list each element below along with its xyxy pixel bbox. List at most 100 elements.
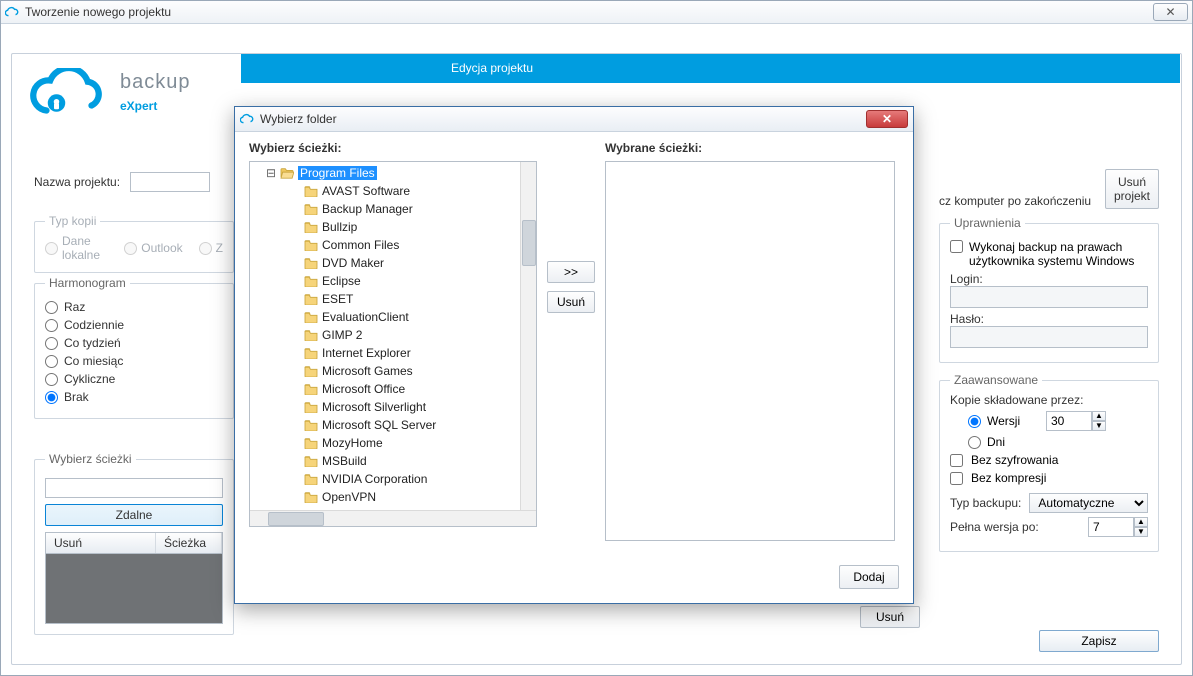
permissions-group: Uprawnienia Wykonaj backup na prawach uż… [939,216,1159,363]
schedule-none[interactable]: Brak [45,390,223,404]
project-name-label: Nazwa projektu: [34,175,120,189]
tree-node[interactable]: NVIDIA Corporation [252,470,518,488]
schedule-daily[interactable]: Codziennie [45,318,223,332]
tree-node[interactable]: Backup Manager [252,200,518,218]
tree-node-root[interactable]: ⊟Program Files [252,164,518,182]
tree-toggle-icon[interactable]: ⊟ [266,166,276,180]
paths-legend: Wybierz ścieżki [45,452,136,466]
advanced-group: Zaawansowane Kopie składowane przez: Wer… [939,373,1159,552]
selected-paths-list[interactable] [605,161,895,541]
folder-icon [304,491,318,503]
folder-open-icon [280,167,294,179]
schedule-group: Harmonogram Raz Codziennie Co tydzień Co… [34,276,234,419]
tree-scrollbar-horizontal[interactable] [250,510,536,526]
folder-icon [304,455,318,467]
full-after-up[interactable]: ▲ [1134,517,1148,527]
full-after-spinner[interactable]: ▲▼ [1088,517,1148,537]
tree-node[interactable]: Eclipse [252,272,518,290]
tree-node[interactable]: Common Files [252,236,518,254]
folder-icon [304,275,318,287]
schedule-monthly[interactable]: Co miesiąc [45,354,223,368]
versions-down[interactable]: ▼ [1092,421,1106,431]
tree-node[interactable]: Microsoft Games [252,362,518,380]
selected-paths-label: Wybrane ścieżki: [605,141,895,155]
main-titlebar: Tworzenie nowego projektu ✕ [1,1,1192,24]
tree-node[interactable]: AVAST Software [252,182,518,200]
folder-icon [304,311,318,323]
tree-node[interactable]: Bullzip [252,218,518,236]
tree-node[interactable]: Oracle [252,506,518,508]
login-input[interactable] [950,286,1148,308]
tree-node[interactable]: MSBuild [252,452,518,470]
grid-col-path[interactable]: Ścieżka [156,533,222,553]
stored-versions-radio[interactable]: Wersji [968,414,1038,428]
copy-type-other[interactable]: Z [199,234,223,262]
copy-type-local[interactable]: Dane lokalne [45,234,108,262]
tree-node[interactable]: OpenVPN [252,488,518,506]
main-window-title: Tworzenie nowego projektu [25,5,171,19]
remove-selected-button[interactable]: Usuń [860,606,920,628]
tree-node[interactable]: Microsoft Office [252,380,518,398]
noenc-checkbox[interactable]: Bez szyfrowania [950,453,1148,467]
remove-path-button[interactable]: Usuń [547,291,595,313]
paths-group: Wybierz ścieżki Zdalne Usuń Ścieżka [34,452,234,635]
advanced-legend: Zaawansowane [950,373,1042,387]
schedule-cyclic[interactable]: Cykliczne [45,372,223,386]
folder-icon [304,419,318,431]
versions-up[interactable]: ▲ [1092,411,1106,421]
app-icon [5,5,19,19]
tree-node[interactable]: ESET [252,290,518,308]
full-after-label: Pełna wersja po: [950,520,1080,534]
tree-node[interactable]: GIMP 2 [252,326,518,344]
folder-icon [304,185,318,197]
paths-grid[interactable]: Usuń Ścieżka [45,532,223,624]
stored-for-label: Kopie składowane przez: [950,393,1148,407]
add-path-button[interactable]: >> [547,261,595,283]
grid-col-remove[interactable]: Usuń [46,533,156,553]
backup-type-select[interactable]: Automatyczne [1029,493,1148,513]
nocomp-checkbox[interactable]: Bez kompresji [950,471,1148,485]
folder-icon [304,239,318,251]
full-after-input[interactable] [1088,517,1134,537]
copy-type-outlook[interactable]: Outlook [124,234,182,262]
select-paths-label: Wybierz ścieżki: [249,141,537,155]
save-button[interactable]: Zapisz [1039,630,1159,652]
schedule-legend: Harmonogram [45,276,130,290]
dialog-ok-button[interactable]: Dodaj [839,565,899,589]
folder-icon [304,347,318,359]
folder-icon [304,437,318,449]
copy-type-group: Typ kopii Dane lokalne Outlook Z [34,214,234,273]
tree-node[interactable]: EvaluationClient [252,308,518,326]
folder-icon [304,383,318,395]
folder-icon [304,329,318,341]
tree-node[interactable]: Internet Explorer [252,344,518,362]
password-input[interactable] [950,326,1148,348]
permissions-legend: Uprawnienia [950,216,1025,230]
versions-input[interactable] [1046,411,1092,431]
winuser-checkbox[interactable]: Wykonaj backup na prawach użytkownika sy… [950,240,1148,268]
tree-node[interactable]: Microsoft Silverlight [252,398,518,416]
tree-node[interactable]: Microsoft SQL Server [252,416,518,434]
schedule-weekly[interactable]: Co tydzień [45,336,223,350]
main-close-button[interactable]: ✕ [1153,3,1188,21]
password-label: Hasło: [950,312,1148,326]
tree-node[interactable]: DVD Maker [252,254,518,272]
tree-scrollbar-vertical[interactable] [520,162,536,510]
versions-spinner[interactable]: ▲▼ [1046,411,1106,431]
folder-icon [304,365,318,377]
copy-type-legend: Typ kopii [45,214,100,228]
path-input[interactable] [45,478,223,498]
schedule-once[interactable]: Raz [45,300,223,314]
folder-icon [304,293,318,305]
tree-node[interactable]: MozyHome [252,434,518,452]
shutdown-checkbox[interactable]: cz komputer po zakończeniu [939,194,1159,208]
dialog-close-button[interactable]: ✕ [866,110,908,128]
stored-days-radio[interactable]: Dni [968,435,1005,449]
folder-tree[interactable]: ⊟Program FilesAVAST SoftwareBackup Manag… [249,161,537,527]
full-after-down[interactable]: ▼ [1134,527,1148,537]
dialog-titlebar: Wybierz folder ✕ [235,107,913,132]
dialog-title: Wybierz folder [260,112,337,126]
folder-dialog: Wybierz folder ✕ Wybierz ścieżki: ⊟Progr… [234,106,914,604]
project-name-input[interactable] [130,172,210,192]
remote-button[interactable]: Zdalne [45,504,223,526]
